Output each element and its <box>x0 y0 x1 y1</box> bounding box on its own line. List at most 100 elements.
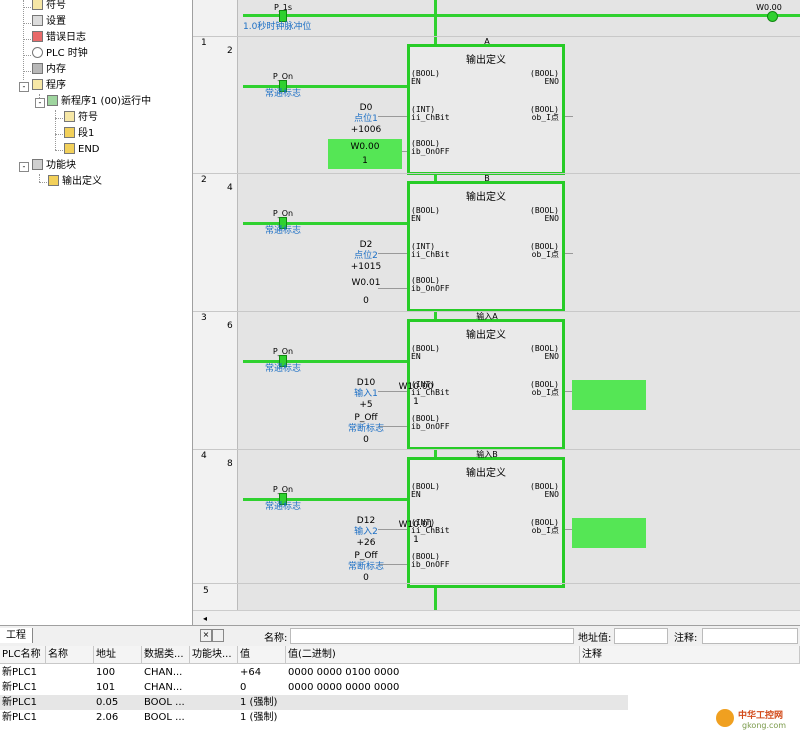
onoff-value: 0 <box>363 296 369 306</box>
table-cell: 0 <box>240 682 247 693</box>
table-cell: 新PLC1 <box>2 697 37 708</box>
table-cell: 100 <box>96 667 116 678</box>
column-header[interactable]: 数据类... <box>142 646 190 664</box>
output-value-box <box>572 518 646 548</box>
step-number: 8 <box>227 459 233 469</box>
pin-onoff: (BOOL) ib_OnOFF <box>411 276 450 293</box>
pin-ob-i: (BOOL) ob_I点 <box>530 105 559 122</box>
rung0-wire-full <box>243 14 800 17</box>
collapse-function-blocks-toggle[interactable]: - <box>19 162 29 172</box>
table-cell <box>190 710 238 725</box>
tree-item-end[interactable]: END <box>64 142 100 158</box>
input-value: +1006 <box>350 125 382 135</box>
tree-item-new-program1[interactable]: 新程序1 (00)运行中 <box>47 94 151 110</box>
table-cell: 新PLC1 <box>2 712 37 723</box>
onoff-value: 1 <box>362 156 368 166</box>
scroll-left-icon[interactable]: ◂ <box>203 614 207 623</box>
tree-item-settings[interactable]: 设置 <box>32 14 66 30</box>
collapse-programs-toggle[interactable]: - <box>19 82 29 92</box>
output-wire <box>565 116 573 117</box>
tree-item-programs[interactable]: 程序 <box>32 78 66 94</box>
programs-icon <box>32 79 43 90</box>
ladder-editor[interactable]: P_1s 1.0秒时钟脉冲位 W0.00 1 2 P_On 常通标志 A 输出定义 (BOO… <box>193 0 800 610</box>
table-row[interactable]: 新PLC1 0.05 BOOL ... 1 (强制) <box>0 695 628 710</box>
watch-name-label: 名称: <box>264 633 288 644</box>
column-header[interactable]: PLC名称 <box>0 646 46 664</box>
table-cell <box>286 695 580 710</box>
table-cell <box>190 665 238 680</box>
tree-item-error-log[interactable]: 错误日志 <box>32 30 86 46</box>
fb-instance-name: A <box>484 37 490 46</box>
rung0-contact[interactable] <box>279 10 287 22</box>
table-cell <box>46 680 94 695</box>
table-row[interactable]: 新PLC1 101 CHAN... 0 0000 0000 0000 0000 <box>0 680 628 695</box>
table-cell <box>46 710 94 725</box>
tree-item-plc-clock[interactable]: PLC 时钟 <box>32 46 88 62</box>
table-cell <box>580 680 800 695</box>
watch-options-icon[interactable] <box>212 629 224 642</box>
fb-definition-icon <box>48 175 59 186</box>
table-cell <box>286 710 580 725</box>
column-header[interactable]: 注释 <box>580 646 800 664</box>
table-row[interactable]: 新PLC1 2.06 BOOL ... 1 (强制) <box>0 710 628 725</box>
settings-icon <box>32 15 43 26</box>
program-icon <box>47 95 58 106</box>
column-header[interactable]: 功能块... <box>190 646 238 664</box>
watermark-text: 中华工控网 <box>738 711 784 721</box>
en-wire <box>243 498 407 501</box>
rung0-coil[interactable] <box>767 11 778 22</box>
table-cell: 新PLC1 <box>2 682 37 693</box>
onoff-address: W0.00 <box>350 142 380 152</box>
pin-ob-i: (BOOL) ob_I点 <box>530 380 559 397</box>
table-row[interactable]: 新PLC1 100 CHAN... +64 0000 0000 0100 0000 <box>0 665 628 680</box>
project-tree[interactable]: 符号 设置 错误日志 PLC 时钟 内存 - 程序 - 新程序1 (00)运行中… <box>0 0 193 625</box>
rung-number: 1 <box>201 38 207 48</box>
pin-eno: (BOOL) ENO <box>530 206 559 223</box>
table-cell: +64 <box>240 667 262 678</box>
function-block-icon <box>32 159 43 170</box>
close-watch-icon[interactable]: × <box>200 629 212 642</box>
table-cell: CHAN... <box>144 667 183 678</box>
contact-comment: 常通标志 <box>264 502 301 512</box>
column-header[interactable]: 值 <box>238 646 286 664</box>
table-cell: 101 <box>96 682 116 693</box>
column-header[interactable]: 名称 <box>46 646 94 664</box>
tree-item-memory[interactable]: 内存 <box>32 62 66 78</box>
table-cell: 0000 0000 0000 0000 <box>288 682 400 693</box>
rung-number-margin <box>193 0 238 610</box>
fb-type-name: 输出定义 <box>466 330 506 341</box>
fb-type-name: 输出定义 <box>466 55 506 66</box>
output-value-box <box>572 380 646 410</box>
tree-item-fb-output-definition[interactable]: 输出定义 <box>48 174 102 190</box>
horizontal-scrollbar[interactable]: ◂ <box>193 610 800 626</box>
tab-project[interactable]: 工程 <box>0 628 33 643</box>
error-log-icon <box>32 31 43 42</box>
pin-en: (BOOL) EN <box>411 69 440 86</box>
tree-item-section1[interactable]: 段1 <box>64 126 94 142</box>
contact-comment: 常通标志 <box>264 364 301 374</box>
input-comment: 点位1 <box>354 114 378 124</box>
tree-item-function-blocks[interactable]: 功能块 <box>32 158 76 174</box>
tree-item-symbols[interactable]: 符号 <box>32 0 66 14</box>
rung-number: 4 <box>201 451 207 461</box>
clock-icon <box>32 47 43 58</box>
watch-comment-input[interactable] <box>702 628 798 644</box>
input-address: D2 <box>359 240 373 250</box>
pin-eno: (BOOL) ENO <box>530 344 559 361</box>
table-cell <box>46 665 94 680</box>
pin-ob-i: (BOOL) ob_I点 <box>530 242 559 259</box>
column-header[interactable]: 地址 <box>94 646 142 664</box>
contact-comment: 常通标志 <box>264 89 301 99</box>
watch-name-input[interactable] <box>290 628 574 644</box>
table-cell: 新PLC1 <box>2 667 37 678</box>
watch-table[interactable]: PLC名称 名称 地址 数据类... 功能块... 值值(二进制) 注释新PLC1 100 CH… <box>0 646 800 743</box>
watch-address-input[interactable] <box>614 628 668 644</box>
tree-item-program-symbols[interactable]: 符号 <box>64 110 98 126</box>
onoff-comment: 常断标志 <box>347 424 384 434</box>
collapse-program1-toggle[interactable]: - <box>35 98 45 108</box>
input-value: +1015 <box>350 262 382 272</box>
gear-logo-icon <box>716 709 734 727</box>
column-header[interactable]: 值(二进制) <box>286 646 580 664</box>
pin-eno: (BOOL) ENO <box>530 482 559 499</box>
output-value: 1 <box>413 397 419 407</box>
